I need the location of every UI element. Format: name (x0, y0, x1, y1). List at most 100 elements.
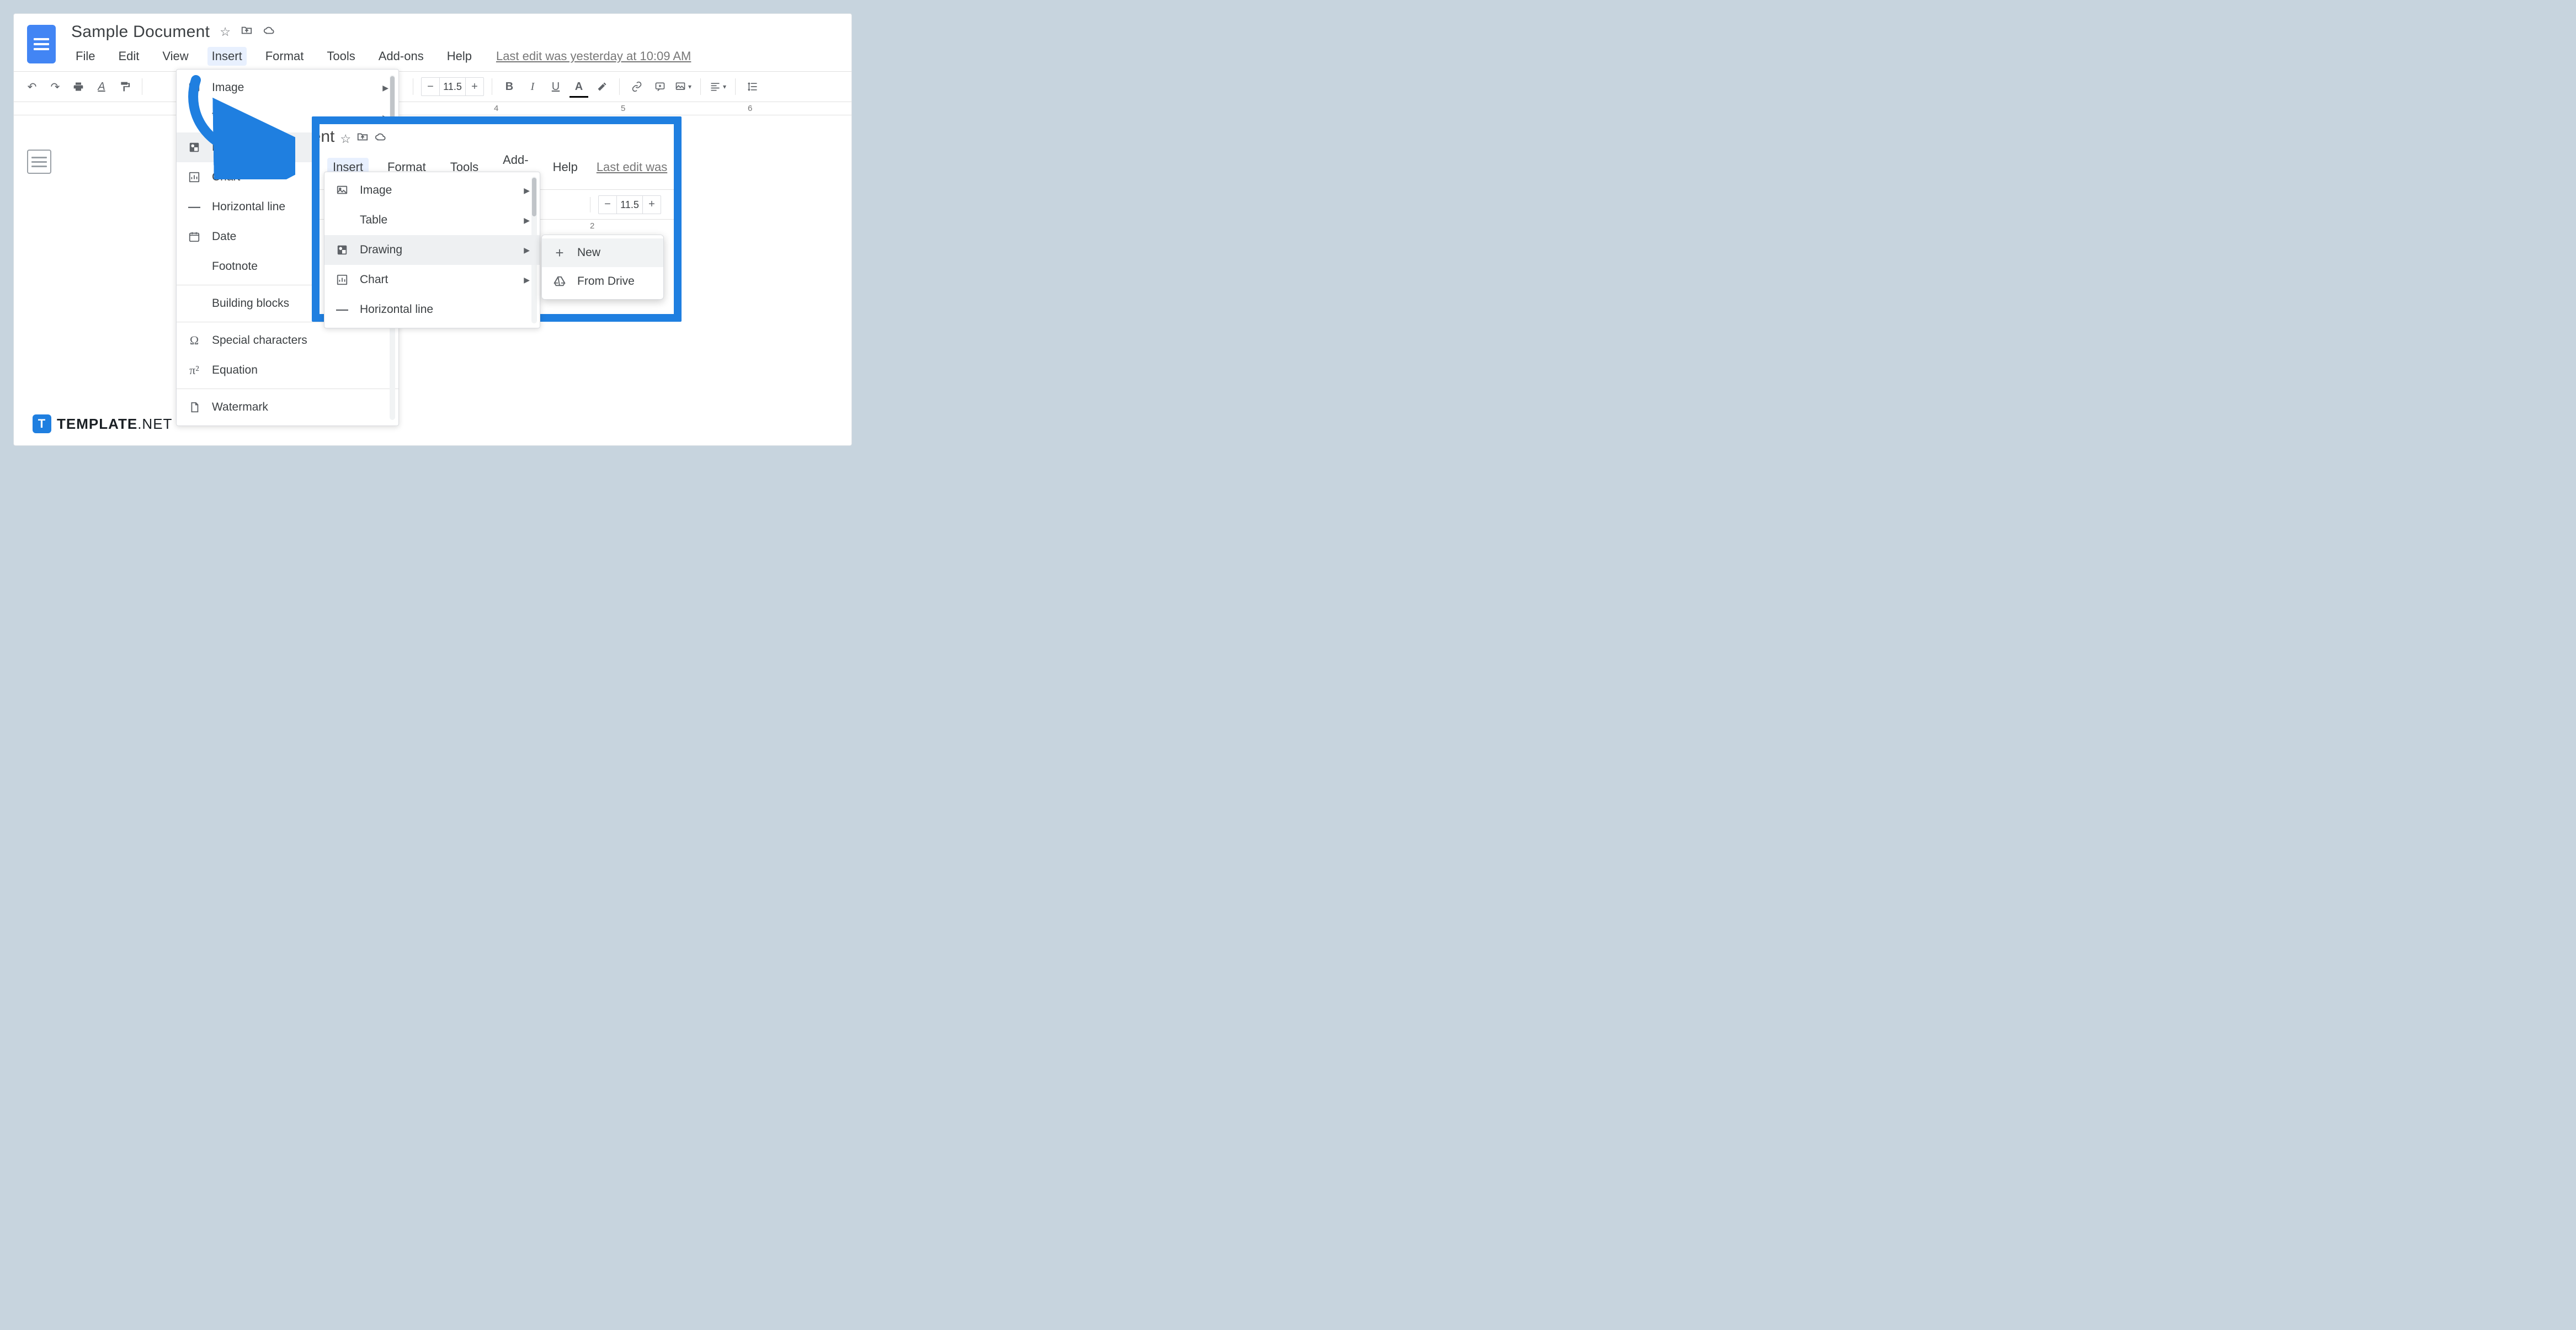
watermark-icon (187, 400, 202, 415)
ruler-number: 4 (494, 104, 498, 113)
menu-item-label: Table (360, 214, 387, 227)
menu-item-label: Drawing (212, 141, 254, 154)
font-size-value[interactable]: 11.5 (439, 78, 466, 95)
menu-edit[interactable]: Edit (114, 47, 143, 66)
submenu-from-drive[interactable]: From Drive (542, 267, 663, 296)
chevron-right-icon: ▶ (524, 246, 530, 255)
pi-icon: π² (187, 363, 202, 378)
document-title[interactable]: Sample Document (71, 23, 210, 41)
redo-button[interactable]: ↷ (46, 77, 65, 96)
paint-format-button[interactable] (115, 77, 134, 96)
overlay-title-fragment: ument (320, 127, 334, 146)
header-main: Sample Document ☆ File Edit View Insert … (71, 23, 838, 66)
menu-view[interactable]: View (158, 47, 193, 66)
blank-icon (187, 296, 202, 311)
ruler-number: 2 (590, 221, 594, 231)
line-spacing-button[interactable] (743, 77, 762, 96)
chevron-right-icon: ▶ (524, 216, 530, 225)
drawing-icon (187, 140, 202, 155)
insert-item-watermark[interactable]: Watermark (177, 392, 398, 422)
font-size-decrease[interactable]: − (422, 81, 439, 93)
overlay-insert-drawing[interactable]: Drawing ▶ (324, 235, 540, 265)
cloud-status-icon[interactable] (263, 24, 275, 40)
date-icon (187, 229, 202, 244)
plus-icon: + (552, 245, 567, 260)
overlay-menu-help[interactable]: Help (547, 158, 583, 177)
template-net-watermark: T TEMPLATE.NET (33, 414, 172, 433)
menu-addons[interactable]: Add-ons (374, 47, 428, 66)
font-size-decrease[interactable]: − (599, 198, 616, 211)
menu-item-label: Image (212, 81, 244, 94)
docs-logo-icon[interactable] (27, 25, 56, 63)
drive-icon (552, 274, 567, 289)
move-folder-icon[interactable] (356, 131, 369, 146)
menu-insert[interactable]: Insert (207, 47, 247, 66)
chevron-right-icon: ▶ (382, 83, 388, 93)
outline-toggle-icon[interactable] (27, 150, 51, 174)
undo-button[interactable]: ↶ (23, 77, 41, 96)
menu-file[interactable]: File (71, 47, 99, 66)
image-icon (334, 183, 350, 198)
insert-item-image[interactable]: Image ▶ (177, 73, 398, 103)
font-size-value[interactable]: 11.5 (616, 196, 643, 214)
chevron-right-icon: ▶ (524, 186, 530, 195)
insert-item-special-characters[interactable]: Ω Special characters (177, 326, 398, 355)
overlay-insert-dropdown: Image ▶ Table ▶ Drawing ▶ Chart ▶ — Hori… (324, 172, 540, 328)
last-edit-link[interactable]: Last edit was yesterday at 10:09 AM (496, 49, 691, 63)
menu-tools[interactable]: Tools (322, 47, 359, 66)
bold-button[interactable]: B (500, 77, 519, 96)
menu-item-label: Watermark (212, 401, 268, 414)
chart-icon (187, 169, 202, 185)
insert-link-button[interactable] (627, 77, 646, 96)
menu-format[interactable]: Format (261, 47, 308, 66)
font-size-increase[interactable]: + (643, 198, 661, 211)
minus-icon: — (187, 199, 202, 215)
header: Sample Document ☆ File Edit View Insert … (14, 14, 851, 66)
menu-item-label: Chart (360, 273, 388, 286)
menu-item-label: Chart (212, 171, 240, 184)
menu-item-label: Horizontal line (212, 200, 285, 214)
menu-item-label: From Drive (577, 275, 635, 288)
text-color-button[interactable]: A (570, 77, 588, 96)
overlay-last-edit[interactable]: Last edit was (597, 160, 667, 174)
minus-icon: — (334, 302, 350, 317)
insert-image-toolbar-button[interactable] (674, 77, 693, 96)
cloud-status-icon[interactable] (374, 131, 386, 146)
add-comment-button[interactable] (651, 77, 669, 96)
highlight-button[interactable] (593, 77, 611, 96)
template-logo-icon: T (33, 414, 51, 433)
blank-icon (187, 110, 202, 125)
ruler-number: 5 (621, 104, 625, 113)
move-folder-icon[interactable] (241, 24, 253, 40)
drawing-submenu: + New From Drive (541, 235, 664, 300)
submenu-new[interactable]: + New (542, 238, 663, 267)
watermark-brand: TEMPLATE (57, 416, 137, 432)
watermark-suffix: .NET (137, 416, 172, 432)
menu-item-label: Building blocks (212, 297, 289, 310)
align-button[interactable] (709, 77, 727, 96)
star-icon[interactable]: ☆ (340, 132, 351, 146)
overlay-font-dropdown[interactable] (563, 195, 582, 214)
zoom-overlay: ument ☆ Insert Format Tools Add-ons Help… (312, 116, 682, 322)
overlay-font-size: − 11.5 + (598, 195, 661, 214)
menu-item-label: New (577, 246, 600, 259)
underline-button[interactable]: U (546, 77, 565, 96)
insert-item-equation[interactable]: π² Equation (177, 355, 398, 385)
chart-icon (334, 272, 350, 288)
font-size-control: − 11.5 + (421, 77, 484, 96)
font-size-increase[interactable]: + (466, 81, 483, 93)
italic-button[interactable]: I (523, 77, 542, 96)
star-icon[interactable]: ☆ (220, 25, 231, 39)
menu-item-label: Date (212, 230, 236, 243)
menu-item-label: Image (360, 184, 392, 197)
menu-item-label: Footnote (212, 260, 258, 273)
menu-item-label: Horizontal line (360, 303, 433, 316)
menu-help[interactable]: Help (443, 47, 476, 66)
overlay-insert-table[interactable]: Table ▶ (324, 205, 540, 235)
image-icon (187, 80, 202, 95)
spellcheck-button[interactable]: A (92, 77, 111, 96)
overlay-insert-horizontal-line[interactable]: — Horizontal line (324, 295, 540, 324)
overlay-insert-image[interactable]: Image ▶ (324, 175, 540, 205)
print-button[interactable] (69, 77, 88, 96)
overlay-insert-chart[interactable]: Chart ▶ (324, 265, 540, 295)
